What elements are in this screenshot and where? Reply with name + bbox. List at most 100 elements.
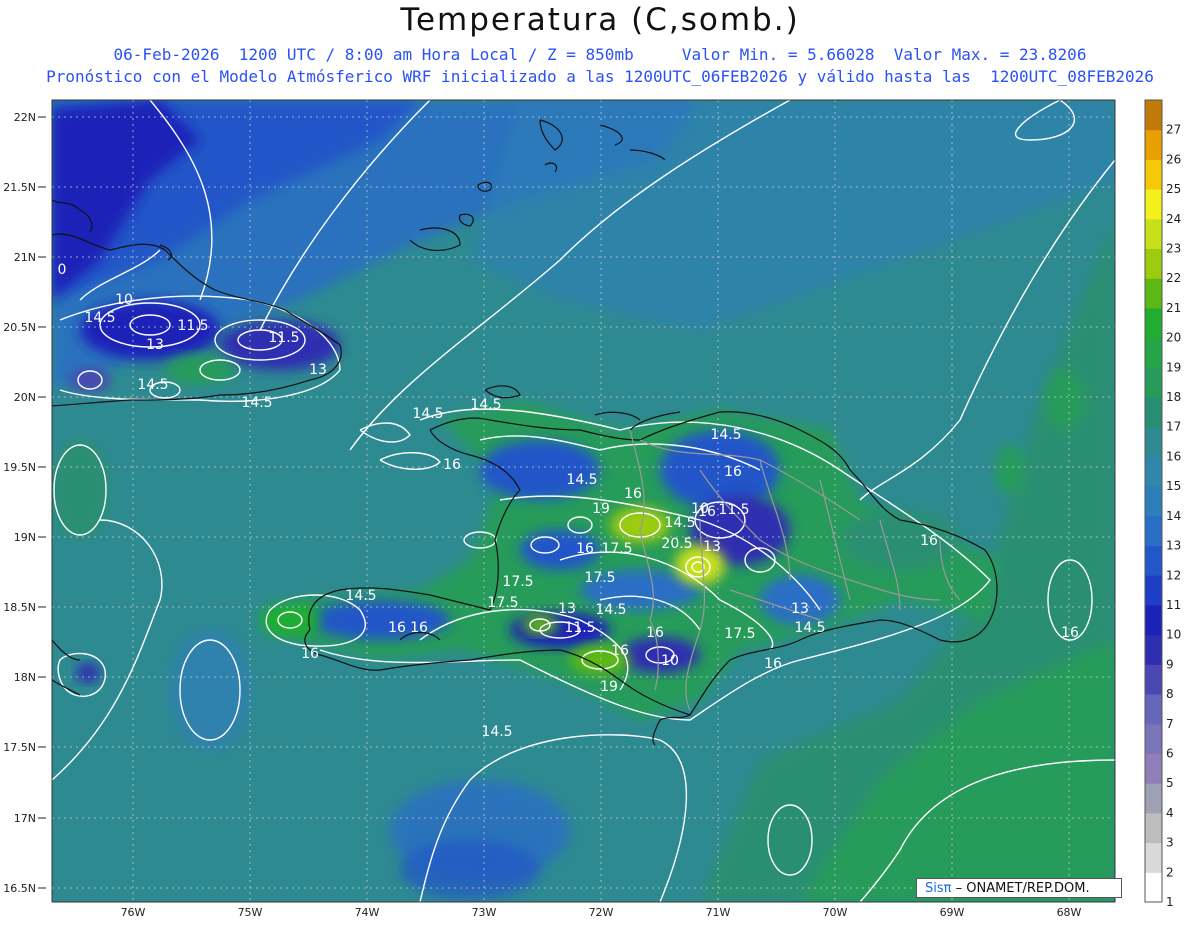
color-scale-swatch: [1145, 307, 1162, 339]
longitude-axis: 76W 75W 74W 73W 72W 71W 70W 69W 68W: [121, 906, 1082, 919]
contour-label: 14.5: [710, 427, 741, 443]
color-scale-swatch: [1145, 545, 1162, 576]
color-scale-label: 19: [1166, 360, 1181, 374]
color-scale-label: 3: [1166, 836, 1174, 850]
lat-label: 20.5N: [3, 321, 36, 334]
color-scale-swatch: [1145, 367, 1162, 398]
color-scale-swatch: [1145, 515, 1162, 547]
contour-label: 17.5: [601, 541, 632, 557]
contour-label: 10: [661, 653, 679, 669]
color-scale-swatch: [1145, 456, 1162, 487]
lat-label: 18N: [14, 671, 36, 684]
contour-label: 13: [558, 601, 576, 617]
color-scale-swatch: [1145, 634, 1162, 665]
color-scale-label: 7: [1166, 717, 1174, 731]
color-scale-swatch: [1145, 604, 1162, 636]
color-scale-swatch: [1145, 248, 1162, 279]
lon-label: 75W: [238, 906, 263, 919]
contour-label: 16: [1061, 625, 1079, 641]
contour-label: 14.5: [84, 310, 115, 326]
contour-label: 14.5: [470, 397, 501, 413]
contour-label: 14.5: [345, 588, 376, 604]
color-scale-label: 23: [1166, 242, 1181, 256]
contour-label: 14.5: [137, 377, 168, 393]
contour-label: 16: [611, 643, 629, 659]
color-scale-label: 21: [1166, 301, 1181, 315]
contour-label: 16: [301, 646, 319, 662]
contour-label: 16: [624, 486, 642, 502]
lon-label: 69W: [940, 906, 965, 919]
color-scale-label: 12: [1166, 568, 1181, 582]
color-scale-swatch: [1145, 575, 1162, 606]
color-scale-label: 4: [1166, 806, 1174, 820]
contour-label: 0: [58, 262, 67, 278]
color-scale-swatch: [1145, 486, 1162, 517]
lat-label: 17N: [14, 812, 36, 825]
contour-label: 16: [388, 620, 406, 636]
color-scale-label: 9: [1166, 657, 1174, 671]
latitude-ticks: [38, 116, 46, 889]
contour-label: 16: [576, 541, 594, 557]
credit-text: – ONAMET/REP.DOM.: [951, 881, 1090, 896]
contour-label: 17.5: [584, 570, 615, 586]
lon-label: 70W: [823, 906, 848, 919]
onamet-logo-credit: Sisπ – ONAMET/REP.DOM.: [916, 878, 1122, 898]
lat-label: 19N: [14, 531, 36, 544]
contour-label: 11.5: [268, 330, 299, 346]
contour-label: 17.5: [487, 595, 518, 611]
color-scale-label: 1: [1166, 895, 1174, 909]
color-scale-swatch: [1145, 723, 1162, 754]
color-scale-label: 26: [1166, 152, 1181, 166]
contour-label: 16: [764, 656, 782, 672]
contour-label: 17.5: [724, 626, 755, 642]
color-scale-swatch: [1145, 694, 1162, 725]
contour-label: 14.5: [566, 472, 597, 488]
shaded-temperature-field: [52, 100, 1115, 902]
color-scale-swatch: [1145, 129, 1162, 160]
contour-label: 20.5: [661, 536, 692, 552]
lon-label: 72W: [589, 906, 614, 919]
contour-label: 11.5: [718, 502, 749, 518]
lat-label: 19.5N: [3, 461, 36, 474]
lat-label: 16.5N: [3, 882, 36, 895]
color-scale-swatch: [1145, 783, 1162, 814]
latitude-axis: 22N 21.5N 21N 20.5N 20N 19.5N 19N 18.5N …: [3, 111, 36, 895]
color-scale-label: 11: [1166, 598, 1181, 612]
lon-label: 74W: [355, 906, 380, 919]
lat-label: 18.5N: [3, 601, 36, 614]
color-scale-swatch: [1145, 872, 1162, 903]
lat-label: 21.5N: [3, 181, 36, 194]
color-scale-swatch: [1145, 812, 1162, 844]
contour-label: 14.5: [595, 602, 626, 618]
contour-label: 14.5: [794, 620, 825, 636]
color-scale-label: 6: [1166, 746, 1174, 760]
color-scale-swatch: [1145, 664, 1162, 695]
contour-label: 14.5: [481, 724, 512, 740]
contour-label: 14.5: [412, 406, 443, 422]
color-scale-label: 15: [1166, 479, 1181, 493]
contour-label: 16: [646, 625, 664, 641]
color-scale-label: 18: [1166, 390, 1181, 404]
color-scale-legend: 1234567891011121314151617181920212223242…: [1144, 99, 1181, 909]
contour-label: 19: [600, 679, 618, 695]
color-scale-label: 16: [1166, 449, 1181, 463]
contour-label: 19: [592, 501, 610, 517]
color-scale-label: 20: [1166, 331, 1181, 345]
color-scale-swatch: [1145, 397, 1162, 428]
color-scale-label: 24: [1166, 212, 1181, 226]
lon-label: 68W: [1057, 906, 1082, 919]
lat-label: 20N: [14, 391, 36, 404]
contour-label: 11.5: [177, 318, 208, 334]
contour-label: 14.5: [664, 515, 695, 531]
color-scale-swatch: [1145, 278, 1162, 309]
contour-label: 13: [791, 601, 809, 617]
color-scale-label: 25: [1166, 182, 1181, 196]
contour-label: 11.5: [564, 620, 595, 636]
temperature-map: 22N 21.5N 21N 20.5N 20N 19.5N 19N 18.5N …: [3, 99, 1181, 919]
lat-label: 17.5N: [3, 741, 36, 754]
color-scale-label: 14: [1166, 509, 1181, 523]
lat-label: 22N: [14, 111, 36, 124]
color-scale-swatch: [1145, 100, 1162, 131]
color-scale-label: 8: [1166, 687, 1174, 701]
sispi-logo: Sisπ: [925, 881, 952, 896]
